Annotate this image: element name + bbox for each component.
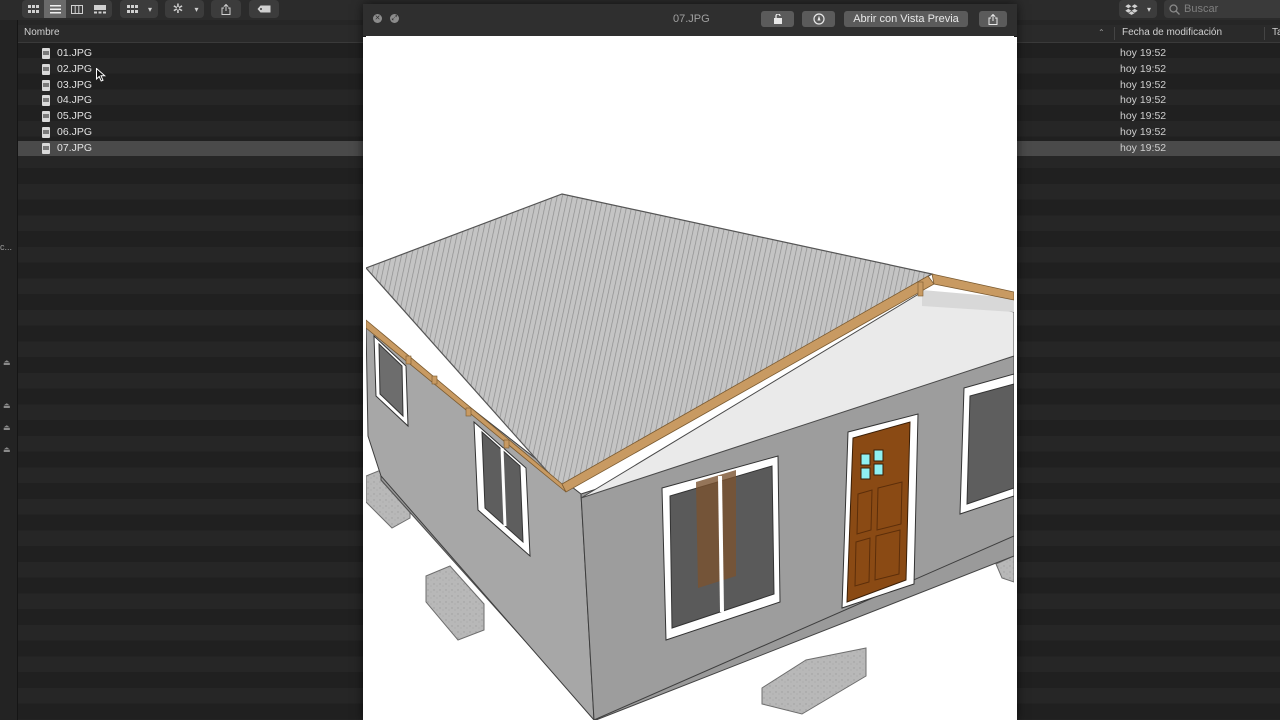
icon-view-button[interactable] [22,0,44,18]
unlock-icon [773,14,782,24]
list-icon [49,4,61,13]
share-button[interactable] [979,11,1007,27]
markup-button[interactable] [802,11,835,27]
gear-icon: ✲ [172,1,184,16]
chevron-down-icon: ▾ [147,4,152,14]
open-with-share-button[interactable] [761,11,794,27]
image-file-icon [42,111,50,122]
file-date: hoy 19:52 [1120,141,1167,154]
image-file-icon [42,126,50,138]
search-placeholder: Buscar [1184,3,1219,15]
file-date: hoy 19:52 [1120,47,1167,59]
close-icon[interactable]: ✕ [373,14,382,23]
image-file-icon [42,63,50,75]
sort-chevron-up-icon: ⌃ [1098,28,1105,37]
file-name: 02.JPG [57,62,93,75]
column-divider[interactable] [1264,27,1265,40]
column-header-date[interactable]: Fecha de modificación [1122,27,1222,38]
image-file-icon [42,142,50,154]
view-mode-group [22,0,112,18]
finder-sidebar: c... ⏏ ⏏ ⏏ ⏏ [0,20,18,720]
chevron-down-icon: ▾ [194,4,199,14]
right-window [959,373,1014,515]
house-3d-render-image [366,36,1014,720]
group-grid-icon [126,4,138,13]
fullscreen-icon[interactable]: ⤢ [390,14,399,23]
markup-pen-icon [812,13,825,25]
share-icon [988,13,998,25]
quick-look-titlebar: ✕ ⤢ 07.JPG Abrir con Vista Previa [363,4,1017,37]
file-date: hoy 19:52 [1120,110,1167,122]
column-view-button[interactable] [66,0,88,18]
front-door [841,413,919,609]
file-name: 05.JPG [57,110,93,122]
group-by-button[interactable]: ▾ [120,0,158,18]
dropbox-menu-button[interactable]: ▾ [1119,0,1157,18]
chevron-down-icon: ▾ [1146,4,1151,14]
dropbox-icon [1124,3,1138,15]
file-name: 06.JPG [57,125,93,138]
file-name: 01.JPG [57,47,93,59]
gallery-icon [94,4,106,13]
image-file-icon [42,48,50,59]
gallery-view-button[interactable] [88,0,112,18]
file-date: hoy 19:52 [1120,78,1167,91]
quick-look-window: ✕ ⤢ 07.JPG Abrir con Vista Previa [363,4,1017,720]
eject-icon[interactable]: ⏏ [3,358,11,367]
file-name: 03.JPG [57,78,93,91]
eject-icon[interactable]: ⏏ [3,445,11,454]
column-header-extra[interactable]: Ta [1272,27,1280,38]
tags-button[interactable] [249,0,279,18]
list-view-button[interactable] [44,0,66,18]
file-date: hoy 19:52 [1120,94,1167,107]
sidebar-truncated-label: c... [0,242,13,252]
grid-icon [27,4,39,13]
columns-icon [71,4,83,14]
image-file-icon [42,95,50,107]
file-name: 07.JPG [57,141,93,154]
open-with-preview-button[interactable]: Abrir con Vista Previa [844,11,968,27]
file-date: hoy 19:52 [1120,125,1167,138]
share-icon [221,3,231,15]
quick-look-title: 07.JPG [673,13,710,25]
file-name: 04.JPG [57,94,93,107]
search-icon [1169,3,1180,15]
eject-icon[interactable]: ⏏ [3,423,11,432]
column-divider[interactable] [1114,27,1115,40]
eject-icon[interactable]: ⏏ [3,401,11,410]
column-header-name[interactable]: Nombre [24,27,60,38]
image-file-icon [42,79,50,91]
action-menu-button[interactable]: ✲ ▾ [165,0,204,18]
search-field[interactable]: Buscar [1164,0,1280,18]
share-button[interactable] [211,0,241,18]
mouse-cursor-icon [96,68,106,82]
tag-icon [257,5,271,13]
file-date: hoy 19:52 [1120,62,1167,75]
